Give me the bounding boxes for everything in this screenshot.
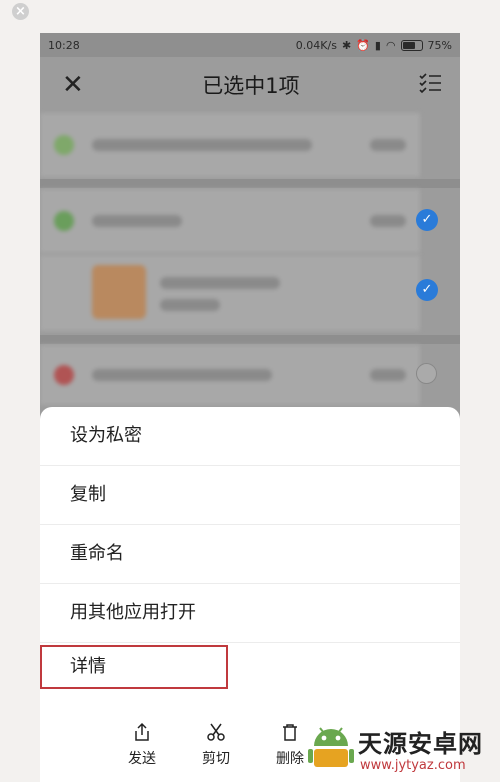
status-bar: 10:28 0.04K/s ✱ ⏰ ▮ ◠ 75% (40, 33, 460, 57)
list-item (40, 189, 420, 253)
select-all-icon[interactable] (418, 72, 442, 98)
watermark-url: www.jytyaz.com (360, 758, 466, 773)
menu-item-rename[interactable]: 重命名 (40, 525, 460, 584)
phone-screen: 10:28 0.04K/s ✱ ⏰ ▮ ◠ 75% ✕ 已选中1项 ✓ ✓ 设为… (40, 33, 460, 782)
send-label: 发送 (128, 751, 156, 767)
signal-icon: ▮ (374, 38, 381, 52)
cut-label: 剪切 (202, 751, 230, 767)
close-icon[interactable]: ✕ (62, 70, 84, 100)
battery-percent: 75% (427, 38, 452, 52)
page-title: 已选中1项 (202, 74, 300, 98)
window-close-icon[interactable]: × (12, 3, 29, 20)
watermark: 天源安卓网 www.jytyaz.com (300, 714, 500, 782)
list-item (40, 345, 420, 405)
watermark-name: 天源安卓网 (358, 730, 483, 758)
battery-icon (400, 39, 423, 51)
status-time: 10:28 (48, 38, 80, 52)
menu-item-private[interactable]: 设为私密 (40, 407, 460, 466)
menu-item-copy[interactable]: 复制 (40, 466, 460, 525)
checked-icon[interactable]: ✓ (416, 279, 438, 301)
bluetooth-icon: ✱ (341, 38, 352, 52)
menu-item-details[interactable]: 详情 (40, 645, 228, 689)
android-logo-icon (308, 727, 354, 767)
send-button[interactable]: 发送 (124, 714, 160, 782)
file-list-blurred: ✓ ✓ (40, 113, 460, 443)
unchecked-icon[interactable] (416, 363, 437, 384)
checked-icon[interactable]: ✓ (416, 209, 438, 231)
list-item (40, 255, 420, 331)
list-item (40, 113, 420, 177)
share-icon (124, 714, 160, 748)
alarm-off-icon: ⏰ (356, 38, 370, 52)
scissors-icon (198, 714, 234, 748)
cut-button[interactable]: 剪切 (198, 714, 234, 782)
app-bar: ✕ 已选中1项 (40, 57, 460, 113)
wifi-icon: ◠ (385, 38, 396, 52)
menu-item-open-with[interactable]: 用其他应用打开 (40, 584, 460, 643)
network-speed: 0.04K/s (295, 38, 337, 52)
